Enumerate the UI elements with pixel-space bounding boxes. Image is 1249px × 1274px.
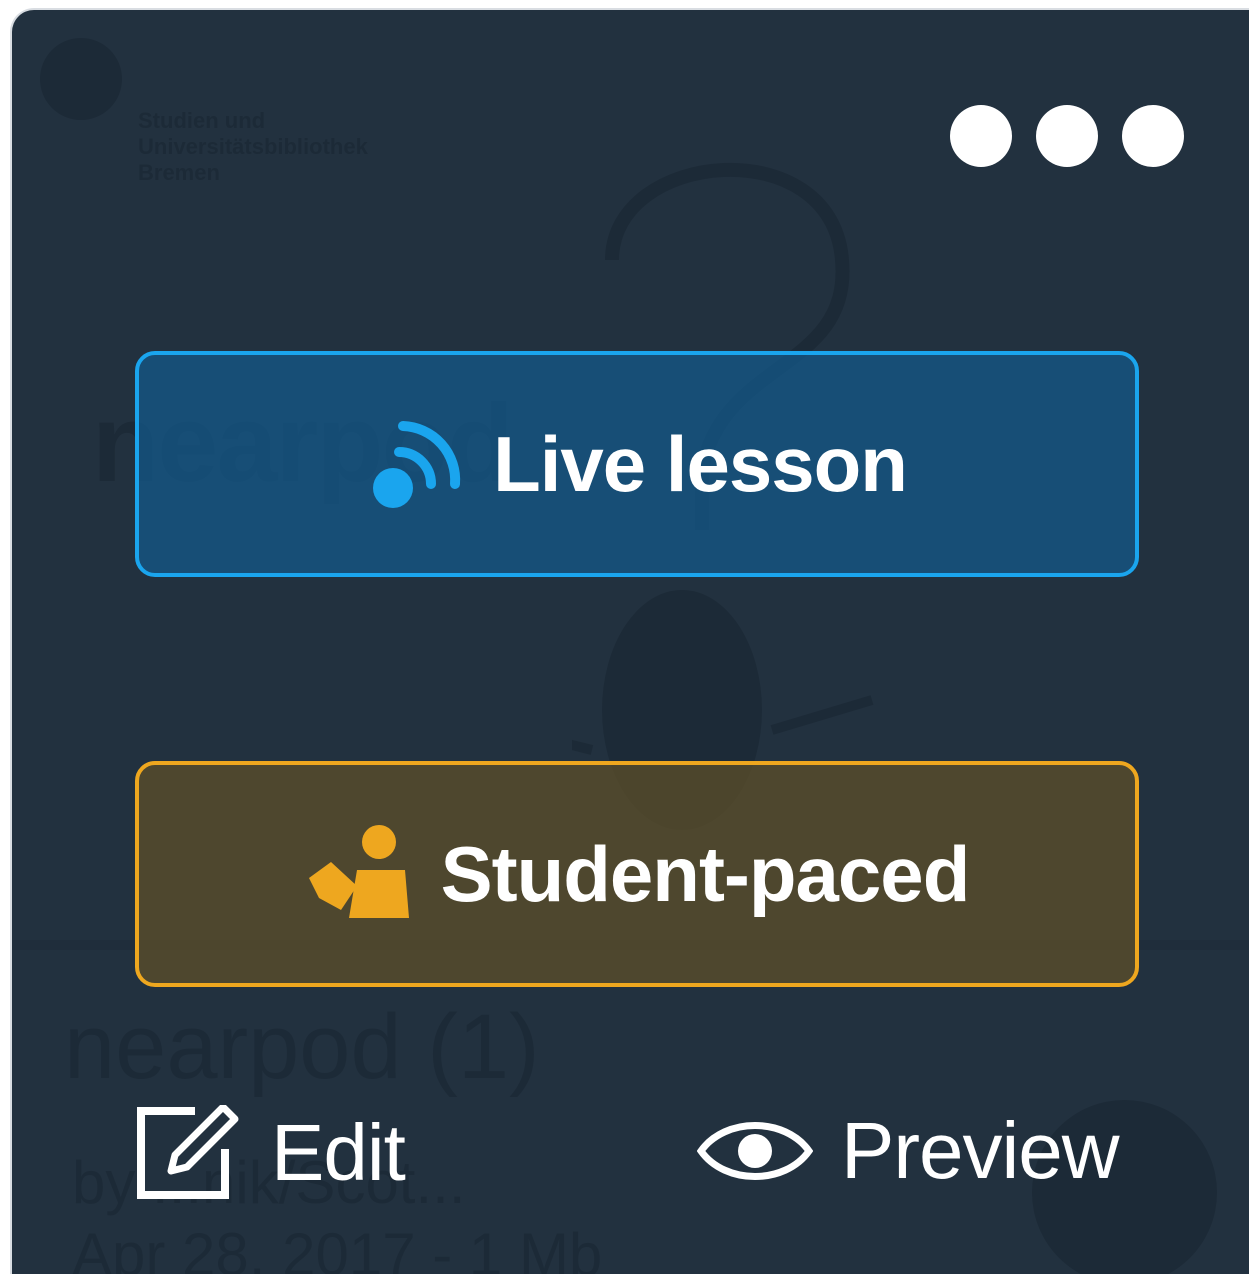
preview-label: Preview	[841, 1106, 1120, 1195]
lesson-title: nearpod (1)	[64, 996, 540, 1098]
eye-icon	[697, 1122, 813, 1180]
library-logo-text: Studien und Universitätsbibliothek Breme…	[138, 108, 368, 185]
live-lesson-label: Live lesson	[493, 419, 908, 508]
edit-label: Edit	[271, 1108, 406, 1197]
student-paced-label: Student-paced	[440, 829, 971, 918]
edit-icon	[137, 1105, 239, 1199]
live-broadcast-icon	[373, 421, 461, 508]
library-logo	[40, 38, 122, 120]
student-reading-icon	[308, 825, 409, 918]
more-options-button[interactable]	[950, 105, 1184, 167]
lesson-card: Studien und Universitätsbibliothek Breme…	[12, 10, 1249, 1274]
more-horizontal-icon	[1036, 105, 1098, 167]
more-horizontal-icon	[1122, 105, 1184, 167]
student-paced-button[interactable]: Student-paced	[135, 761, 1139, 987]
edit-button[interactable]: Edit	[135, 1105, 406, 1201]
lesson-date-size: Apr 28, 2017 - 1 Mb	[72, 1221, 603, 1274]
preview-button[interactable]: Preview	[697, 1105, 1120, 1197]
more-horizontal-icon	[950, 105, 1012, 167]
live-lesson-button[interactable]: Live lesson	[135, 351, 1139, 577]
lesson-thumbnail-background: Studien und Universitätsbibliothek Breme…	[12, 10, 1249, 1274]
